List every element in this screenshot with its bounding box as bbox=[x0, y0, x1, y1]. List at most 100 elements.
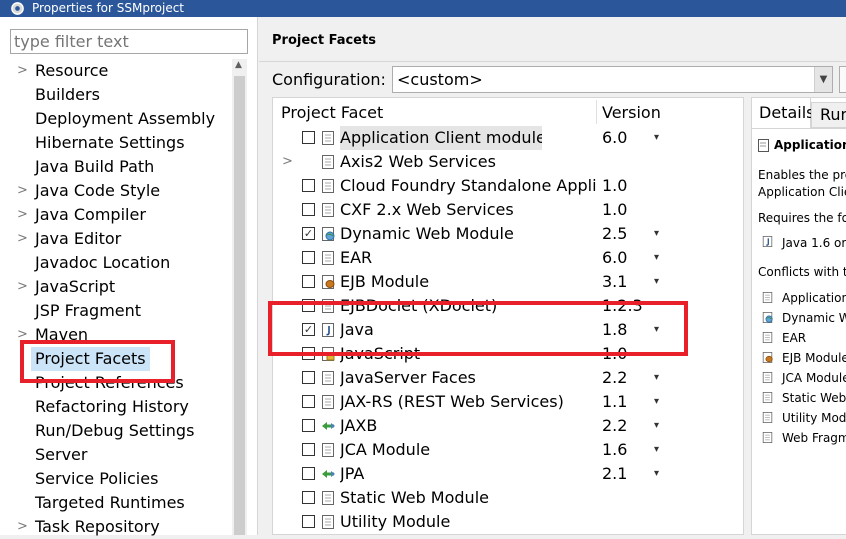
tree-item[interactable]: Deployment Assembly bbox=[0, 107, 232, 131]
tree-item[interactable]: > Task Repository bbox=[0, 515, 232, 539]
facet-version[interactable]: 3.1 bbox=[602, 270, 627, 294]
chevron-right-icon[interactable]: > bbox=[17, 59, 28, 83]
facet-row[interactable]: JAXB 2.2 ▾ bbox=[273, 414, 743, 438]
facet-version[interactable]: 2.5 bbox=[602, 222, 627, 246]
facet-row[interactable]: ✓ Dynamic Web Module 2.5 ▾ bbox=[273, 222, 743, 246]
version-dropdown-icon[interactable]: ▾ bbox=[654, 246, 659, 270]
tree-item-label: Resource bbox=[35, 61, 109, 80]
facet-checkbox[interactable] bbox=[302, 371, 315, 384]
facet-row[interactable]: CXF 2.x Web Services 1.0 bbox=[273, 198, 743, 222]
page-icon bbox=[762, 372, 773, 383]
facet-version[interactable]: 1.6 bbox=[602, 438, 627, 462]
facet-checkbox[interactable] bbox=[302, 467, 315, 480]
chevron-right-icon[interactable]: > bbox=[17, 179, 28, 203]
tree-item[interactable]: > Java Compiler bbox=[0, 203, 232, 227]
facet-row[interactable]: JPA 2.1 ▾ bbox=[273, 462, 743, 486]
page-icon bbox=[322, 395, 334, 409]
project-facets-page: Project Facets Configuration: <custom> ▼… bbox=[259, 17, 846, 535]
chevron-right-icon[interactable]: > bbox=[17, 227, 28, 251]
version-dropdown-icon[interactable]: ▾ bbox=[654, 462, 659, 486]
tree-item[interactable]: > Java Code Style bbox=[0, 179, 232, 203]
filter-input[interactable] bbox=[10, 29, 248, 54]
version-dropdown-icon[interactable]: ▾ bbox=[654, 270, 659, 294]
tree-item[interactable]: Builders bbox=[0, 83, 232, 107]
facet-version[interactable]: 2.2 bbox=[602, 414, 627, 438]
tree-item[interactable]: JSP Fragment bbox=[0, 299, 232, 323]
version-dropdown-icon[interactable]: ▾ bbox=[654, 126, 659, 150]
version-dropdown-icon[interactable]: ▾ bbox=[654, 414, 659, 438]
facet-checkbox[interactable]: ✓ bbox=[302, 227, 315, 240]
facet-row[interactable]: EJB Module 3.1 ▾ bbox=[273, 270, 743, 294]
tree-item[interactable]: > Resource bbox=[0, 59, 232, 83]
facet-checkbox[interactable] bbox=[302, 179, 315, 192]
facet-checkbox[interactable] bbox=[302, 443, 315, 456]
scroll-up-icon[interactable]: ▲ bbox=[235, 60, 242, 70]
globe-icon bbox=[322, 227, 335, 241]
tree-scrollbar[interactable]: ▲ bbox=[232, 59, 247, 535]
chevron-right-icon[interactable]: > bbox=[17, 203, 28, 227]
bean-icon bbox=[322, 275, 335, 289]
tree-item[interactable]: Server bbox=[0, 443, 232, 467]
tree-item-label: JSP Fragment bbox=[35, 301, 142, 320]
tree-item[interactable]: > JavaScript bbox=[0, 275, 232, 299]
facet-version[interactable]: 6.0 bbox=[602, 246, 627, 270]
bean-icon bbox=[762, 352, 773, 363]
facet-row[interactable]: JAX-RS (REST Web Services) 1.1 ▾ bbox=[273, 390, 743, 414]
facet-name: JAXB bbox=[340, 416, 378, 435]
facet-name: EAR bbox=[340, 248, 373, 267]
facet-row[interactable]: Application Client module 6.0 ▾ bbox=[273, 126, 743, 150]
facet-checkbox[interactable] bbox=[302, 203, 315, 216]
chevron-right-icon[interactable]: > bbox=[282, 150, 293, 174]
tree-item[interactable]: Refactoring History bbox=[0, 395, 232, 419]
configuration-value: <custom> bbox=[397, 70, 483, 89]
tree-item[interactable]: Run/Debug Settings bbox=[0, 419, 232, 443]
facet-row[interactable]: EAR 6.0 ▾ bbox=[273, 246, 743, 270]
page-icon bbox=[762, 432, 773, 443]
facet-checkbox[interactable] bbox=[302, 491, 315, 504]
facet-checkbox[interactable] bbox=[302, 419, 315, 432]
facet-checkbox[interactable] bbox=[302, 395, 315, 408]
tree-item[interactable]: Service Policies bbox=[0, 467, 232, 491]
facet-checkbox[interactable] bbox=[302, 251, 315, 264]
window-title: Properties for SSMproject bbox=[32, 1, 185, 15]
facet-checkbox[interactable] bbox=[302, 131, 315, 144]
facet-checkbox[interactable] bbox=[302, 275, 315, 288]
column-header-version[interactable]: Version bbox=[602, 98, 661, 124]
version-dropdown-icon[interactable]: ▾ bbox=[654, 438, 659, 462]
facet-name: JCA Module bbox=[340, 440, 431, 459]
facet-version[interactable]: 6.0 bbox=[602, 126, 627, 150]
facet-version[interactable]: 2.2 bbox=[602, 366, 627, 390]
tree-item[interactable]: > Java Editor bbox=[0, 227, 232, 251]
facet-version[interactable]: 1.1 bbox=[602, 390, 627, 414]
version-dropdown-icon[interactable]: ▾ bbox=[654, 222, 659, 246]
configuration-actions[interactable] bbox=[839, 66, 846, 93]
tree-item-label: JavaScript bbox=[35, 277, 116, 296]
chevron-right-icon[interactable]: > bbox=[17, 275, 28, 299]
facet-row[interactable]: Static Web Module bbox=[273, 486, 743, 510]
facet-row[interactable]: Utility Module bbox=[273, 510, 743, 534]
facet-row[interactable]: Cloud Foundry Standalone Application 1.0 bbox=[273, 174, 743, 198]
tree-item[interactable]: Targeted Runtimes bbox=[0, 491, 232, 515]
facet-row[interactable]: JavaServer Faces 2.2 ▾ bbox=[273, 366, 743, 390]
chevron-down-icon[interactable]: ▼ bbox=[814, 67, 832, 92]
tab-details[interactable]: Details bbox=[752, 98, 814, 128]
configuration-label: Configuration: bbox=[272, 70, 386, 89]
facet-row[interactable]: > Axis2 Web Services bbox=[273, 150, 743, 174]
tab-runtimes[interactable]: Runtimes bbox=[811, 102, 846, 128]
tree-item[interactable]: Hibernate Settings bbox=[0, 131, 232, 155]
facet-row[interactable]: JCA Module 1.6 ▾ bbox=[273, 438, 743, 462]
page-icon bbox=[322, 515, 334, 529]
tree-item[interactable]: Javadoc Location bbox=[0, 251, 232, 275]
configuration-combo[interactable]: <custom> ▼ bbox=[392, 66, 833, 93]
page-icon bbox=[322, 371, 334, 385]
facet-checkbox[interactable] bbox=[302, 515, 315, 528]
version-dropdown-icon[interactable]: ▾ bbox=[654, 390, 659, 414]
facet-version[interactable]: 2.1 bbox=[602, 462, 627, 486]
scrollbar-thumb[interactable] bbox=[234, 76, 245, 535]
chevron-right-icon[interactable]: > bbox=[17, 515, 28, 539]
page-icon bbox=[762, 412, 773, 423]
conflicts-item: Web Fragment Module bbox=[782, 431, 846, 445]
version-dropdown-icon[interactable]: ▾ bbox=[654, 366, 659, 390]
tree-item[interactable]: Java Build Path bbox=[0, 155, 232, 179]
column-header-facet[interactable]: Project Facet bbox=[281, 98, 383, 124]
